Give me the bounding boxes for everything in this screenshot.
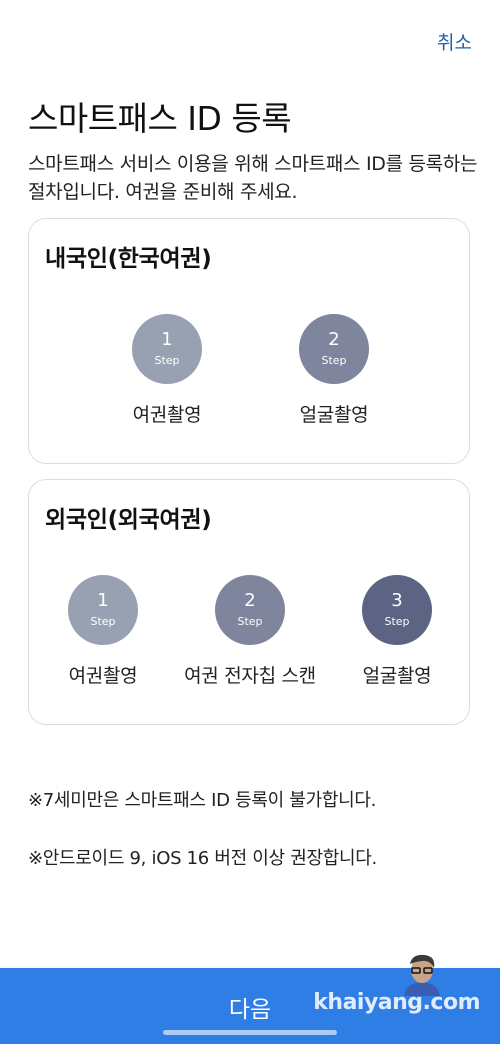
- step-number: 1: [161, 329, 173, 350]
- step-item: 2 Step 얼굴촬영: [254, 314, 414, 427]
- step-word: Step: [90, 615, 116, 628]
- page-title: 스마트패스 ID 등록: [28, 99, 292, 138]
- step-badge: 2 Step: [215, 575, 285, 645]
- step-item: 2 Step 여권 전자칩 스캔: [170, 575, 330, 688]
- step-number: 2: [328, 329, 340, 350]
- korean-passport-card: 내국인(한국여권) 1 Step 여권촬영 2 Step 얼굴촬영: [28, 218, 470, 464]
- cancel-button[interactable]: 취소: [437, 28, 472, 55]
- age-notice: ※7세미만은 스마트패스 ID 등록이 불가합니다.: [28, 790, 377, 811]
- card-title: 외국인(외국여권): [45, 507, 212, 533]
- step-label: 얼굴촬영: [362, 665, 432, 687]
- step-item: 3 Step 얼굴촬영: [317, 575, 477, 688]
- foreign-passport-card: 외국인(외국여권) 1 Step 여권촬영 2 Step 여권 전자칩 스캔 3…: [28, 479, 470, 725]
- os-notice: ※안드로이드 9, iOS 16 버전 이상 권장합니다.: [28, 848, 377, 869]
- step-badge: 1 Step: [132, 314, 202, 384]
- step-word: Step: [321, 354, 347, 367]
- step-label: 여권 전자칩 스캔: [184, 665, 316, 687]
- step-badge: 3 Step: [362, 575, 432, 645]
- step-word: Step: [237, 615, 263, 628]
- step-number: 3: [391, 590, 403, 611]
- step-number: 2: [244, 590, 256, 611]
- step-word: Step: [154, 354, 180, 367]
- step-label: 여권촬영: [68, 665, 138, 687]
- step-label: 얼굴촬영: [299, 404, 369, 426]
- page-description: 스마트패스 서비스 이용을 위해 스마트패스 ID를 등록하는 절차입니다. 여…: [28, 153, 478, 203]
- watermark-text: khaiyang.com: [313, 990, 480, 1015]
- step-item: 1 Step 여권촬영: [23, 575, 183, 688]
- card-title: 내국인(한국여권): [45, 246, 212, 272]
- step-item: 1 Step 여권촬영: [87, 314, 247, 427]
- step-label: 여권촬영: [132, 404, 202, 426]
- step-number: 1: [97, 590, 109, 611]
- home-indicator: [163, 1030, 337, 1035]
- step-badge: 2 Step: [299, 314, 369, 384]
- step-badge: 1 Step: [68, 575, 138, 645]
- step-word: Step: [384, 615, 410, 628]
